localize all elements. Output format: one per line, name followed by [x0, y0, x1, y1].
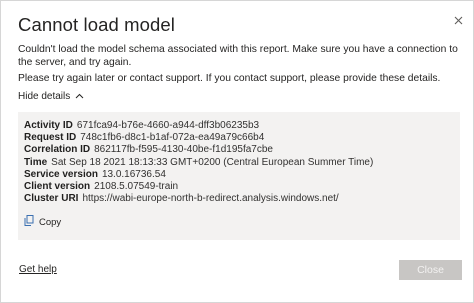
dialog-title: Cannot load model [18, 14, 175, 35]
details-panel: Activity ID 671fca94-b76e-4660-a944-dff3b… [18, 112, 460, 240]
detail-value: 748c1fb6-d8c1-b1af-072a-ea49a79c66b4 [80, 132, 265, 144]
detail-key: Time [24, 156, 48, 168]
detail-row: Client version 2108.5.07549-train [24, 181, 454, 193]
detail-row: Cluster URI https://wabi-europe-north-b-r… [24, 193, 454, 205]
detail-row: Correlation ID 862117fb-f595-4130-40be-f1… [24, 144, 454, 156]
copy-label: Copy [39, 216, 62, 228]
detail-key: Request ID [24, 132, 77, 144]
support-message: Please try again later or contact suppor… [18, 73, 441, 84]
detail-value: 862117fb-f595-4130-40be-f1d195fa7cbe [94, 144, 273, 156]
error-message: Couldn't load the model schema associate… [18, 44, 458, 69]
detail-value: 2108.5.07549-train [94, 181, 179, 193]
close-icon[interactable] [449, 11, 467, 29]
hide-details-toggle[interactable]: Hide details [18, 91, 84, 102]
detail-row: Service version 13.0.16736.54 [24, 169, 454, 181]
detail-key: Cluster URI [24, 193, 79, 205]
detail-key: Activity ID [24, 120, 73, 131]
copy-icon [24, 215, 34, 229]
detail-value: https://wabi-europe-north-b-redirect.ana… [82, 193, 339, 205]
detail-value: Sat Sep 18 2021 18:13:33 GMT+0200 (Centr… [51, 156, 374, 168]
detail-row: Request ID 748c1fb6-d8c1-b1af-072a-ea49a7… [24, 132, 454, 144]
get-help-link[interactable]: Get help [19, 264, 57, 275]
chevron-up-icon [75, 91, 84, 102]
error-dialog: Cannot load model Couldn't load the mode… [0, 0, 474, 303]
detail-key: Correlation ID [24, 144, 91, 156]
hide-details-label: Hide details [18, 91, 71, 102]
detail-value: 13.0.16736.54 [101, 168, 166, 180]
detail-key: Client version [24, 181, 91, 193]
detail-row: Activity ID 671fca94-b76e-4660-a944-dff3b… [24, 120, 454, 132]
detail-key: Service version [24, 168, 98, 180]
copy-button[interactable]: Copy [24, 215, 61, 229]
close-button[interactable]: Close [399, 260, 462, 280]
detail-value: 671fca94-b76e-4660-a944-dff3b06235b3 [76, 120, 260, 131]
detail-row: Time Sat Sep 18 2021 18:13:33 GMT+0200 (C… [24, 157, 454, 169]
